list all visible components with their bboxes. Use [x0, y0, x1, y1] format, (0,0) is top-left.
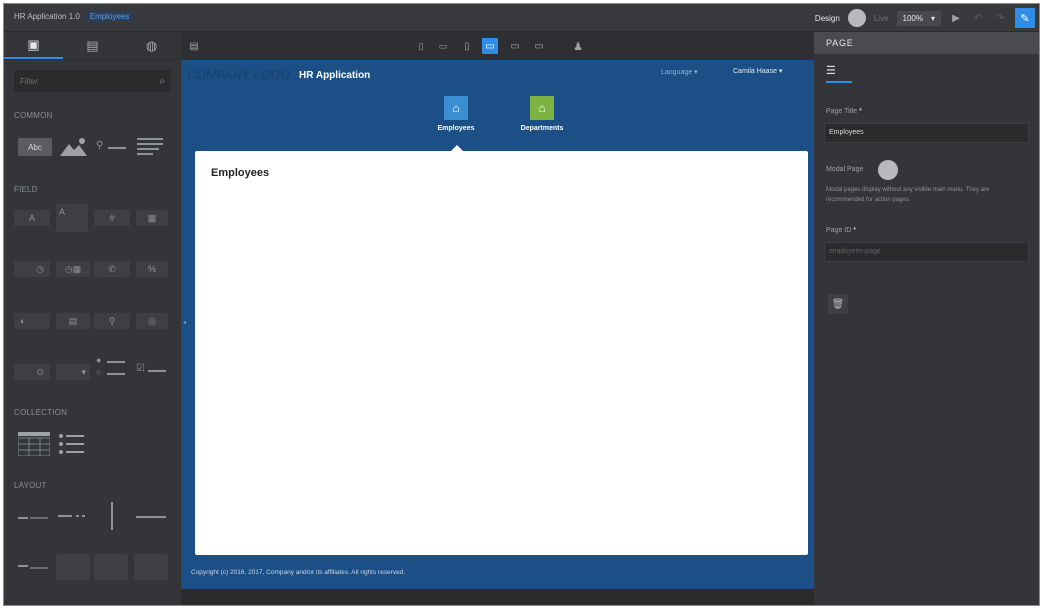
redo-icon[interactable]: ↷	[993, 13, 1007, 24]
checkbox-component[interactable]: ☑	[136, 363, 145, 374]
copyright-footer: Copyright (c) 2016, 2017, Company and/or…	[191, 569, 406, 576]
trash-icon: 🗑	[831, 298, 845, 310]
email-field-component[interactable]: ▤	[56, 313, 90, 329]
laptop-icon[interactable]: ▭	[507, 38, 523, 54]
filter-placeholder: Filter	[20, 76, 38, 86]
nav-label: Employees	[437, 125, 475, 132]
modal-page-label: Modal Page	[826, 166, 864, 173]
link-component-icon[interactable]: ⚲	[96, 140, 103, 151]
design-canvas: COMPANY LOGO HR Application Language ▾ C…	[181, 60, 814, 589]
components-icon[interactable]: ▣	[4, 32, 63, 59]
properties-tab-icon[interactable]: ☰	[826, 64, 852, 83]
date-field-component[interactable]: ▦	[136, 210, 168, 226]
home-icon: ⌂	[444, 96, 468, 120]
palette-tabs: ▣ ▤ ◍	[4, 32, 181, 60]
user-menu[interactable]: Camila Haase ▾	[733, 67, 782, 75]
play-icon[interactable]: ▶	[949, 13, 963, 24]
desktop-icon[interactable]: ▭	[531, 38, 547, 54]
page-title: Employees	[211, 167, 270, 179]
breadcrumb-app[interactable]: HR Application 1.0	[14, 12, 80, 22]
nav-label: Departments	[520, 125, 564, 132]
text-component[interactable]: Abc	[18, 138, 52, 156]
time-field-component[interactable]: ◷	[14, 261, 50, 277]
company-logo: COMPANY LOGO	[187, 68, 291, 82]
phone-field-component[interactable]: ✆	[94, 261, 130, 277]
app-header: COMPANY LOGO HR Application Language ▾ C…	[181, 60, 814, 94]
home-icon: ⌂	[530, 96, 554, 120]
zoom-value: 100%	[902, 13, 923, 23]
list-component-icon[interactable]	[58, 432, 86, 456]
nav-item-employees[interactable]: ⌂ Employees	[421, 96, 491, 132]
section-common: COMMON	[14, 111, 53, 120]
checkbox-line	[148, 370, 166, 372]
container-component[interactable]	[134, 554, 168, 580]
page-title-label: Page Title *	[826, 108, 862, 115]
canvas-toolbar: ▤ ▯ ▭ ▯ ▭ ▭ ▭ ♟	[181, 32, 814, 60]
design-label: Design	[814, 13, 840, 23]
search-icon: ⌕	[159, 75, 165, 87]
delete-page-button[interactable]: 🗑	[828, 294, 848, 314]
image-component-icon[interactable]	[60, 136, 88, 158]
vertical-divider-component-icon[interactable]	[111, 502, 113, 530]
color-field-component[interactable]: ◎	[136, 313, 168, 329]
mode-controls: Design Live 100% ▾ ▶ ↶ ↷ ✎	[815, 8, 1035, 28]
app-window: HR Application 1.0 Employees Design Live…	[3, 3, 1040, 606]
page-title-input[interactable]: Employees	[824, 123, 1029, 143]
breadcrumb: HR Application 1.0 Employees	[14, 11, 134, 22]
design-live-toggle[interactable]	[847, 9, 866, 27]
canvas-footer-bar	[181, 589, 814, 605]
user-icon[interactable]: ♟	[570, 38, 586, 54]
properties-header: PAGE	[814, 32, 1039, 54]
page-id-input[interactable]: employees-page	[824, 242, 1029, 262]
datetime-field-component[interactable]: ◷▦	[56, 261, 90, 277]
section-field: FIELD	[14, 185, 38, 194]
toggle-component[interactable]: ⊙	[14, 364, 50, 380]
nav-item-departments[interactable]: ⌂ Departments	[507, 96, 577, 132]
top-bar: HR Application 1.0 Employees Design Live…	[4, 4, 1039, 32]
toggle-structure-icon[interactable]: ▤	[186, 38, 202, 54]
tablet-landscape-icon[interactable]: ▭	[482, 38, 498, 54]
app-title: HR Application	[299, 70, 371, 81]
component-palette: ▣ ▤ ◍ Filter ⌕ COMMON Abc ⚲ FIELD A A # …	[4, 32, 181, 605]
panel-component[interactable]	[56, 554, 90, 580]
themes-icon[interactable]: ◍	[122, 32, 181, 59]
modal-page-help: Modal pages display without any visible …	[826, 187, 990, 203]
tablet-portrait-icon[interactable]: ▯	[459, 38, 475, 54]
chevron-down-icon: ▾	[930, 13, 935, 23]
live-label: Live	[873, 13, 889, 23]
phone-landscape-icon[interactable]: ▭	[435, 38, 451, 54]
breadcrumb-page[interactable]: Employees	[85, 11, 134, 22]
page-content[interactable]: Employees	[195, 151, 808, 555]
table-component-icon[interactable]	[18, 432, 50, 456]
section-collection: COLLECTION	[14, 408, 68, 417]
link-line	[108, 147, 126, 149]
text-area-component[interactable]: A	[56, 204, 88, 232]
text-field-component[interactable]: A	[14, 210, 50, 226]
language-menu[interactable]: Language ▾	[661, 68, 698, 76]
edit-button[interactable]: ✎	[1015, 8, 1035, 28]
percent-field-component[interactable]: %	[136, 261, 168, 277]
section-layout: LAYOUT	[14, 481, 47, 490]
grid-component[interactable]	[94, 554, 128, 580]
collapse-handle-icon[interactable]: ◂	[183, 319, 186, 326]
horizontal-divider-component-icon[interactable]	[136, 516, 166, 518]
page-id-label: Page ID *	[826, 227, 856, 234]
filter-input[interactable]: Filter ⌕	[14, 70, 171, 92]
zoom-select[interactable]: 100% ▾	[896, 10, 941, 26]
select-component[interactable]: ▾	[56, 364, 90, 380]
properties-panel: PAGE ☰ Page Title * Employees Modal Page…	[814, 32, 1039, 605]
currency-field-component[interactable]: ◐	[14, 313, 50, 329]
undo-icon[interactable]: ↶	[971, 13, 985, 24]
data-icon[interactable]: ▤	[63, 32, 122, 59]
url-field-component[interactable]: ⚲	[94, 313, 130, 329]
phone-portrait-icon[interactable]: ▯	[413, 38, 429, 54]
modal-page-toggle[interactable]	[878, 160, 898, 180]
pencil-icon: ✎	[1020, 12, 1030, 25]
number-field-component[interactable]: #	[94, 210, 130, 226]
